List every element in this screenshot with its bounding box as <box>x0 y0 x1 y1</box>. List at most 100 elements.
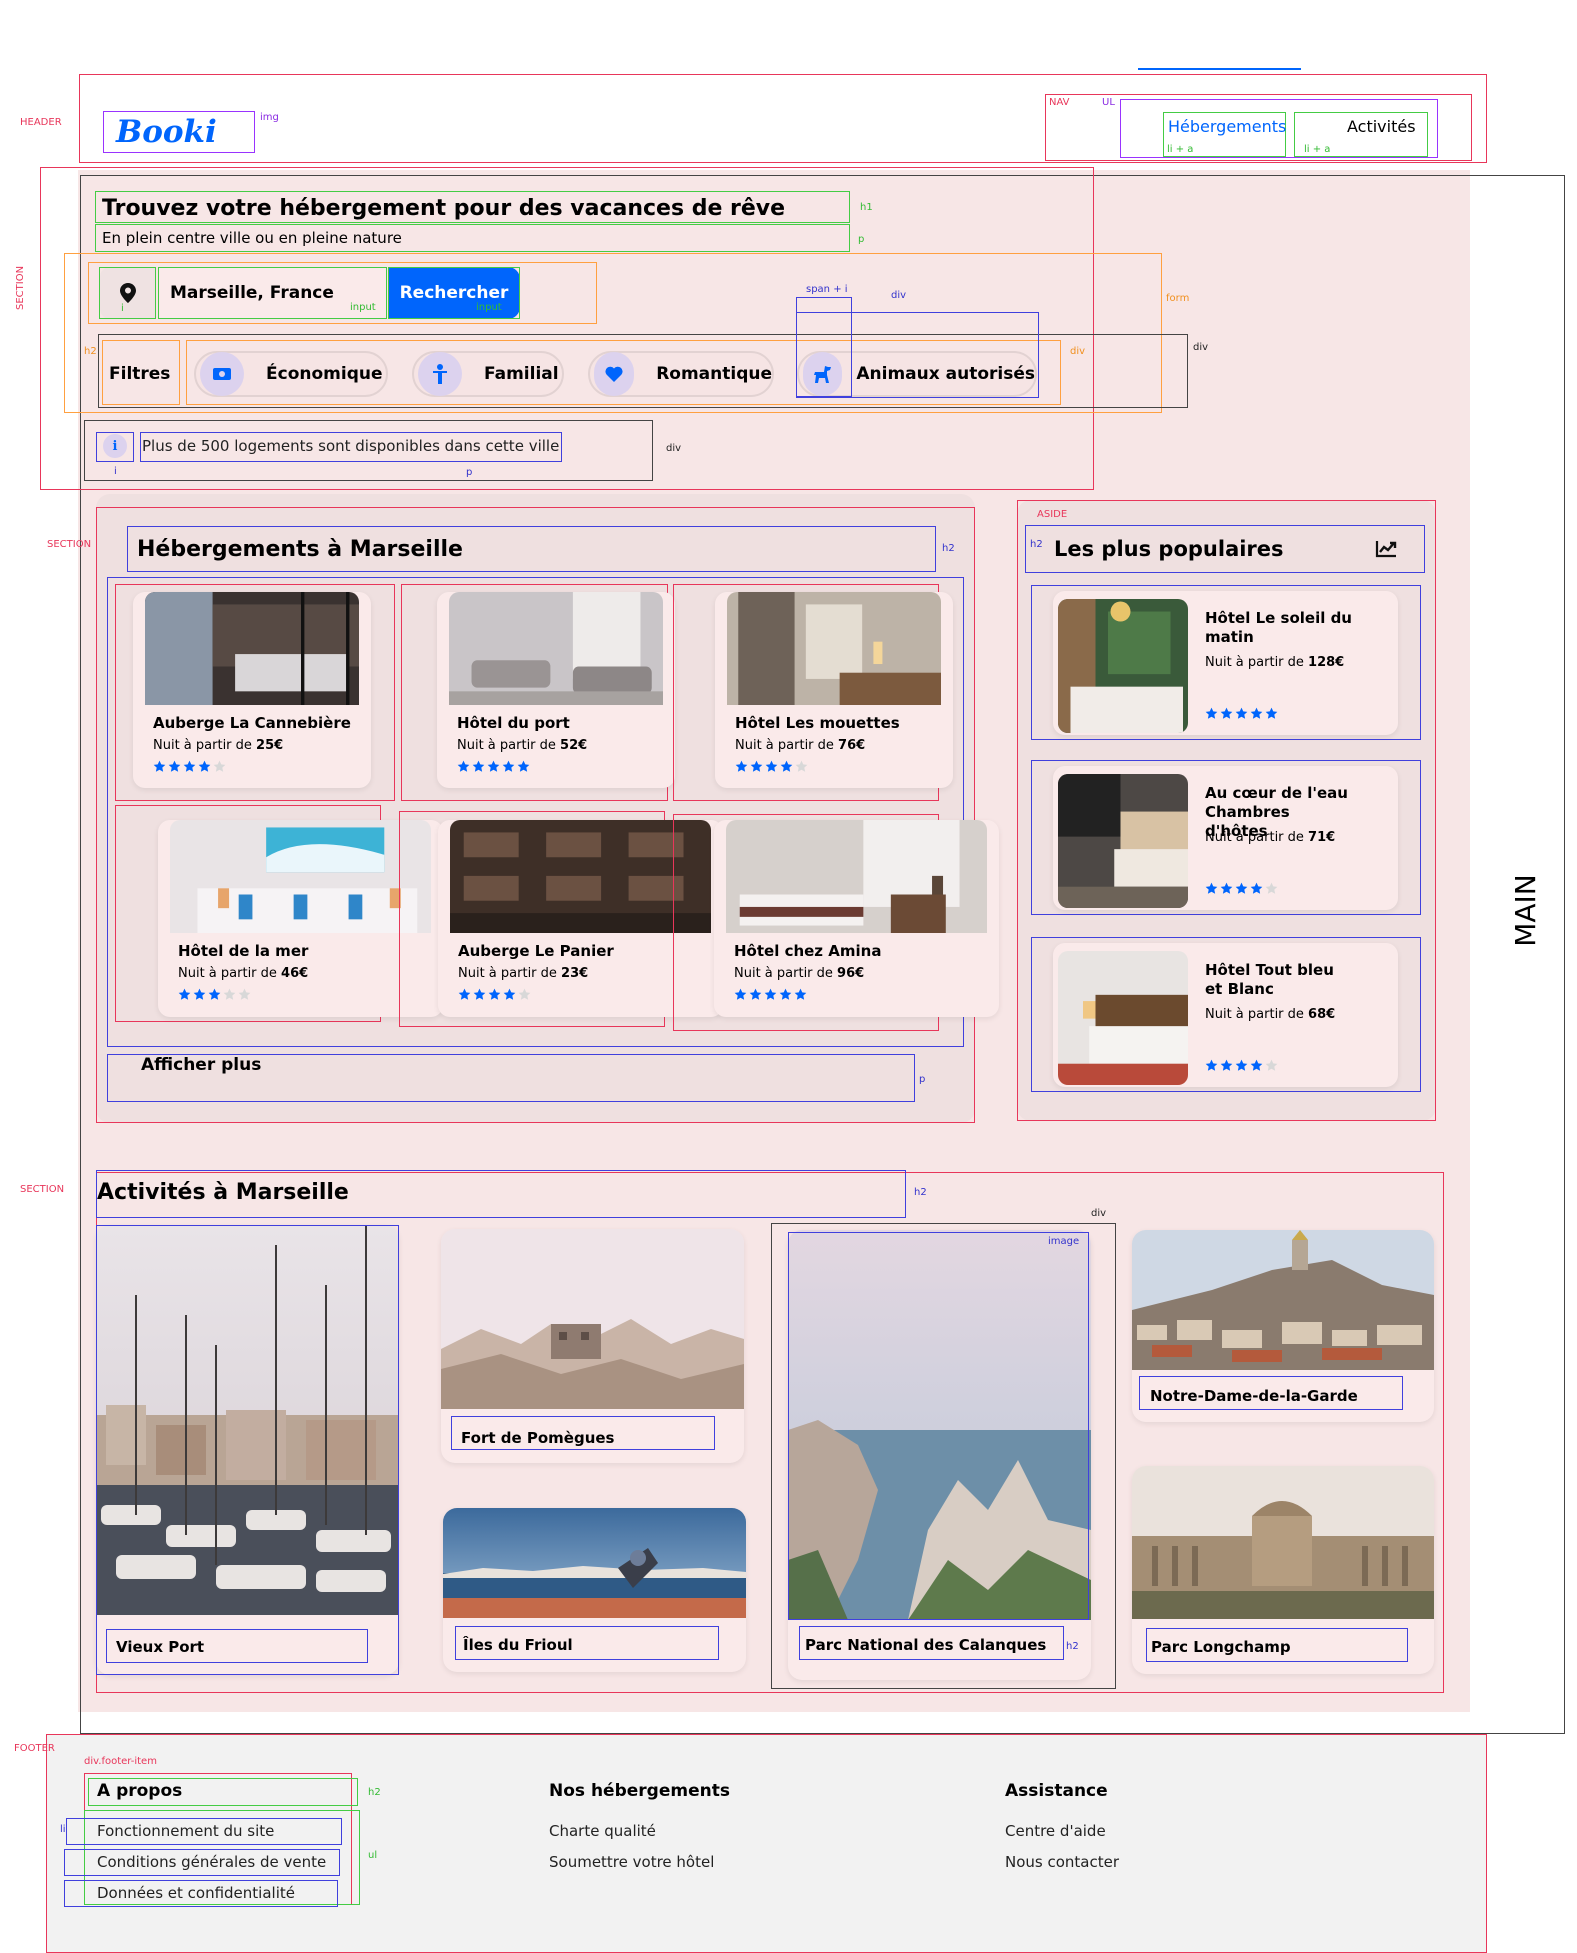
iles-frioul-image <box>443 1508 746 1618</box>
stay-photo <box>145 592 359 705</box>
li-a-tag-1: li + a <box>1167 144 1194 155</box>
stay-price: Nuit à partir de 76€ <box>735 738 865 753</box>
activity-card-iles-frioul[interactable]: Îles du Frioul <box>443 1508 746 1672</box>
activity-card-calanques[interactable]: Parc National des Calanques <box>788 1230 1091 1680</box>
money-icon <box>200 352 244 396</box>
star-filled-icon <box>1205 1059 1218 1071</box>
stay-name: Hôtel Les mouettes <box>735 714 900 732</box>
popular-card[interactable]: Au cœur de l'eau Chambres d'hôtes Nuit à … <box>1053 766 1398 910</box>
stay-card[interactable]: Auberge Le Panier Nuit à partir de 23€ <box>438 820 723 1017</box>
trending-icon <box>1375 541 1397 558</box>
dog-icon <box>803 352 843 396</box>
popular-price: Nuit à partir de 71€ <box>1205 830 1335 845</box>
price-prefix: Nuit à partir de <box>457 738 561 753</box>
footer-link[interactable]: Données et confidentialité <box>97 1884 295 1902</box>
star-filled-icon <box>517 760 530 772</box>
stay-card[interactable]: Hôtel chez Amina Nuit à partir de 96€ <box>714 820 999 1017</box>
stay-card[interactable]: Hôtel Les mouettes Nuit à partir de 76€ <box>715 592 953 788</box>
img-tag: img <box>260 112 279 123</box>
filter-animaux[interactable]: Animaux autorisés <box>797 351 1037 397</box>
form-tag: form <box>1166 293 1190 304</box>
star-filled-icon <box>183 760 196 772</box>
activities-title: Activités à Marseille <box>97 1180 349 1205</box>
star-filled-icon <box>1205 882 1218 894</box>
star-filled-icon <box>487 760 500 772</box>
footer-link[interactable]: Nous contacter <box>1005 1853 1119 1871</box>
h2-tag-stays: h2 <box>942 543 955 554</box>
activity-label: Notre-Dame-de-la-Garde <box>1150 1387 1358 1405</box>
star-filled-icon <box>1235 1059 1248 1071</box>
footer-tag: FOOTER <box>14 1743 55 1754</box>
footer-link[interactable]: Centre d'aide <box>1005 1822 1106 1840</box>
image-tag: image <box>1048 1236 1080 1247</box>
location-icon-box <box>100 267 156 319</box>
stay-name: Hôtel du port <box>457 714 570 732</box>
h2-tag-activities: h2 <box>914 1187 927 1198</box>
ul-tag: UL <box>1102 97 1115 108</box>
stay-card[interactable]: Auberge La Cannebière Nuit à partir de 25… <box>133 592 371 788</box>
stay-rating <box>178 988 251 1001</box>
activity-card-notre-dame[interactable]: Notre-Dame-de-la-Garde <box>1132 1230 1434 1422</box>
star-filled-icon <box>503 988 516 1000</box>
stay-card[interactable]: Hôtel de la mer Nuit à partir de 46€ <box>158 820 443 1017</box>
calanques-image <box>788 1230 1091 1620</box>
activity-card-vieux-port[interactable]: Vieux Port <box>96 1225 399 1675</box>
footer-link[interactable]: Soumettre votre hôtel <box>549 1853 714 1871</box>
price-prefix: Nuit à partir de <box>735 738 839 753</box>
div-tag-pills: div <box>1070 346 1086 357</box>
star-filled-icon <box>457 760 470 772</box>
star-filled-icon <box>1250 707 1263 719</box>
child-icon <box>418 352 462 396</box>
section-tag-stays: SECTION <box>47 539 92 550</box>
price-value: 76€ <box>838 738 866 753</box>
main-label-box: MAIN <box>1505 870 1545 950</box>
popular-card[interactable]: Hôtel Tout bleu et Blanc Nuit à partir de… <box>1053 943 1398 1087</box>
star-filled-icon <box>794 988 807 1000</box>
price-prefix: Nuit à partir de <box>1205 655 1309 670</box>
booki-logo[interactable]: Booki <box>116 114 217 150</box>
popular-name: Hôtel Le soleil du matin <box>1205 609 1352 646</box>
nav-link-activites[interactable]: Activités <box>1347 117 1416 136</box>
stay-photo <box>170 820 431 933</box>
star-filled-icon <box>472 760 485 772</box>
star-filled-icon <box>749 988 762 1000</box>
nav-link-hebergements[interactable]: Hébergements <box>1168 117 1286 136</box>
price-value: 71€ <box>1308 830 1336 845</box>
price-prefix: Nuit à partir de <box>1205 830 1309 845</box>
activity-card-longchamp[interactable]: Parc Longchamp <box>1132 1466 1434 1674</box>
stay-price: Nuit à partir de 96€ <box>734 966 864 981</box>
star-filled-icon <box>779 988 792 1000</box>
activity-label: Parc Longchamp <box>1151 1638 1291 1656</box>
star-filled-icon <box>1235 707 1248 719</box>
price-prefix: Nuit à partir de <box>178 966 282 981</box>
popular-card[interactable]: Hôtel Le soleil du matin Nuit à partir de… <box>1053 591 1398 735</box>
stay-name: Hôtel de la mer <box>178 942 309 960</box>
span-i-tag: span + i <box>806 284 848 295</box>
stay-card[interactable]: Hôtel du port Nuit à partir de 52€ <box>437 592 675 788</box>
h2-tag-filters: h2 <box>84 346 97 357</box>
h2-tag-calanques: h2 <box>1066 1641 1079 1652</box>
location-pin-icon <box>120 283 136 303</box>
popular-photo <box>1058 599 1188 733</box>
footer-link[interactable]: Charte qualité <box>549 1822 656 1840</box>
stay-photo <box>726 820 987 933</box>
star-filled-icon <box>502 760 515 772</box>
popular-title: Les plus populaires <box>1054 537 1284 561</box>
activity-card-fort-pomegues[interactable]: Fort de Pomègues <box>441 1229 744 1463</box>
stay-rating <box>458 988 531 1001</box>
footer-link[interactable]: Conditions générales de vente <box>97 1853 326 1871</box>
filter-familial[interactable]: Familial <box>412 351 564 397</box>
footer-link[interactable]: Fonctionnement du site <box>97 1822 274 1840</box>
filter-economique[interactable]: Économique <box>194 351 388 397</box>
star-filled-icon <box>193 988 206 1000</box>
footer-heading: Assistance <box>1005 1781 1108 1801</box>
stay-photo <box>450 820 711 933</box>
stay-rating <box>457 760 530 773</box>
filter-romantique[interactable]: Romantique <box>588 351 774 397</box>
stays-section <box>96 494 975 1123</box>
activity-label: Fort de Pomègues <box>461 1429 615 1447</box>
show-more-link[interactable]: Afficher plus <box>141 1055 261 1075</box>
popular-price: Nuit à partir de 68€ <box>1205 1007 1335 1022</box>
star-filled-icon <box>198 760 211 772</box>
popular-name: Hôtel Tout bleu et Blanc <box>1205 961 1334 998</box>
